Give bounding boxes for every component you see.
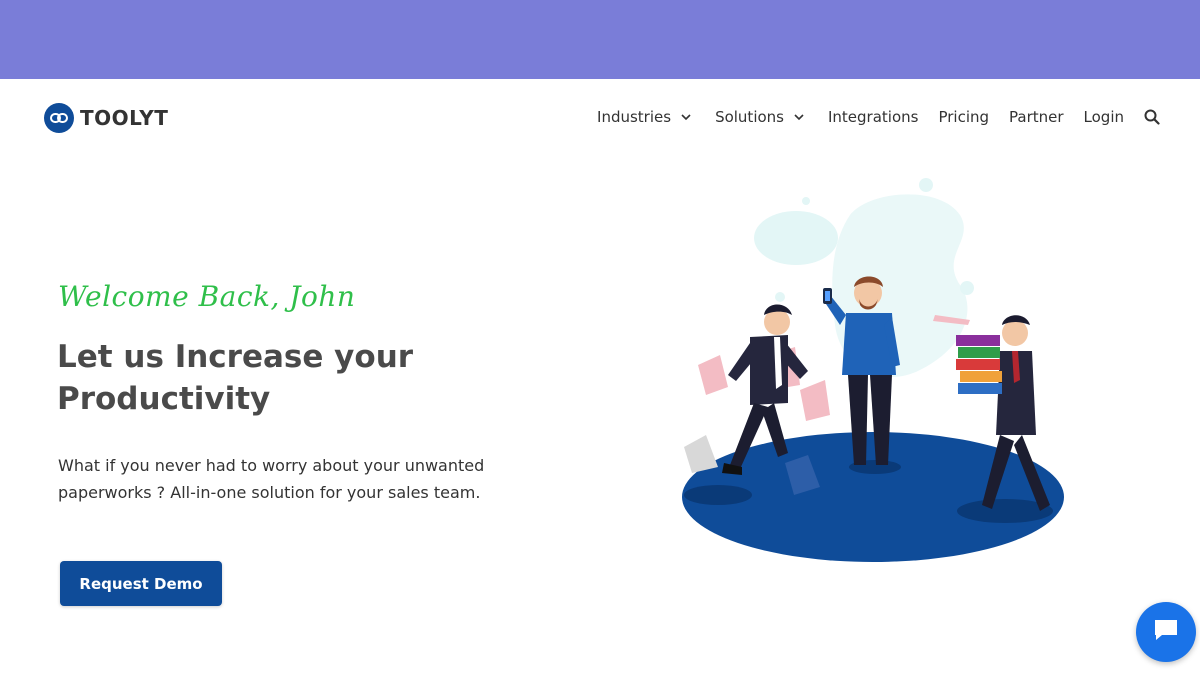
nav-item-label: Solutions bbox=[715, 108, 784, 126]
chevron-down-icon bbox=[794, 113, 804, 121]
hero-description: What if you never had to worry about you… bbox=[58, 456, 485, 502]
hero-headline-line2: Productivity bbox=[57, 381, 271, 417]
nav-item-pricing[interactable]: Pricing bbox=[938, 108, 989, 126]
nav-item-label: Integrations bbox=[827, 108, 919, 126]
search-icon[interactable] bbox=[1144, 109, 1160, 125]
request-demo-button[interactable]: Request Demo bbox=[60, 561, 222, 606]
nav-item-partner[interactable]: Partner bbox=[1009, 108, 1064, 126]
brand-name: TOOLYT bbox=[80, 106, 169, 130]
navbar: TOOLYT Industries Solutions Integrations… bbox=[0, 79, 1200, 159]
hero-headline: Let us Increase your Productivity bbox=[57, 336, 527, 420]
nav-item-label: Login bbox=[1083, 108, 1124, 126]
nav-item-solutions[interactable]: Solutions bbox=[715, 108, 804, 126]
hero-headline-line1: Let us Increase your bbox=[57, 339, 414, 375]
brand-logo[interactable]: TOOLYT bbox=[44, 103, 168, 133]
top-banner bbox=[0, 0, 1200, 79]
nav-item-industries[interactable]: Industries bbox=[597, 108, 691, 126]
chain-link-icon bbox=[44, 103, 74, 133]
nav-item-login[interactable]: Login bbox=[1084, 108, 1124, 126]
chat-bubble-icon bbox=[1152, 617, 1180, 647]
nav-item-integrations[interactable]: Integrations bbox=[828, 108, 918, 126]
nav-item-label: Partner bbox=[1009, 108, 1064, 126]
welcome-message: Welcome Back, John bbox=[58, 280, 356, 313]
nav-item-label: Pricing bbox=[938, 108, 990, 126]
business-team-illustration bbox=[670, 175, 1080, 570]
chat-button[interactable] bbox=[1136, 602, 1196, 662]
main-nav: Industries Solutions Integrations Pricin… bbox=[577, 108, 1160, 126]
chevron-down-icon bbox=[681, 113, 691, 121]
nav-item-label: Industries bbox=[597, 108, 672, 126]
